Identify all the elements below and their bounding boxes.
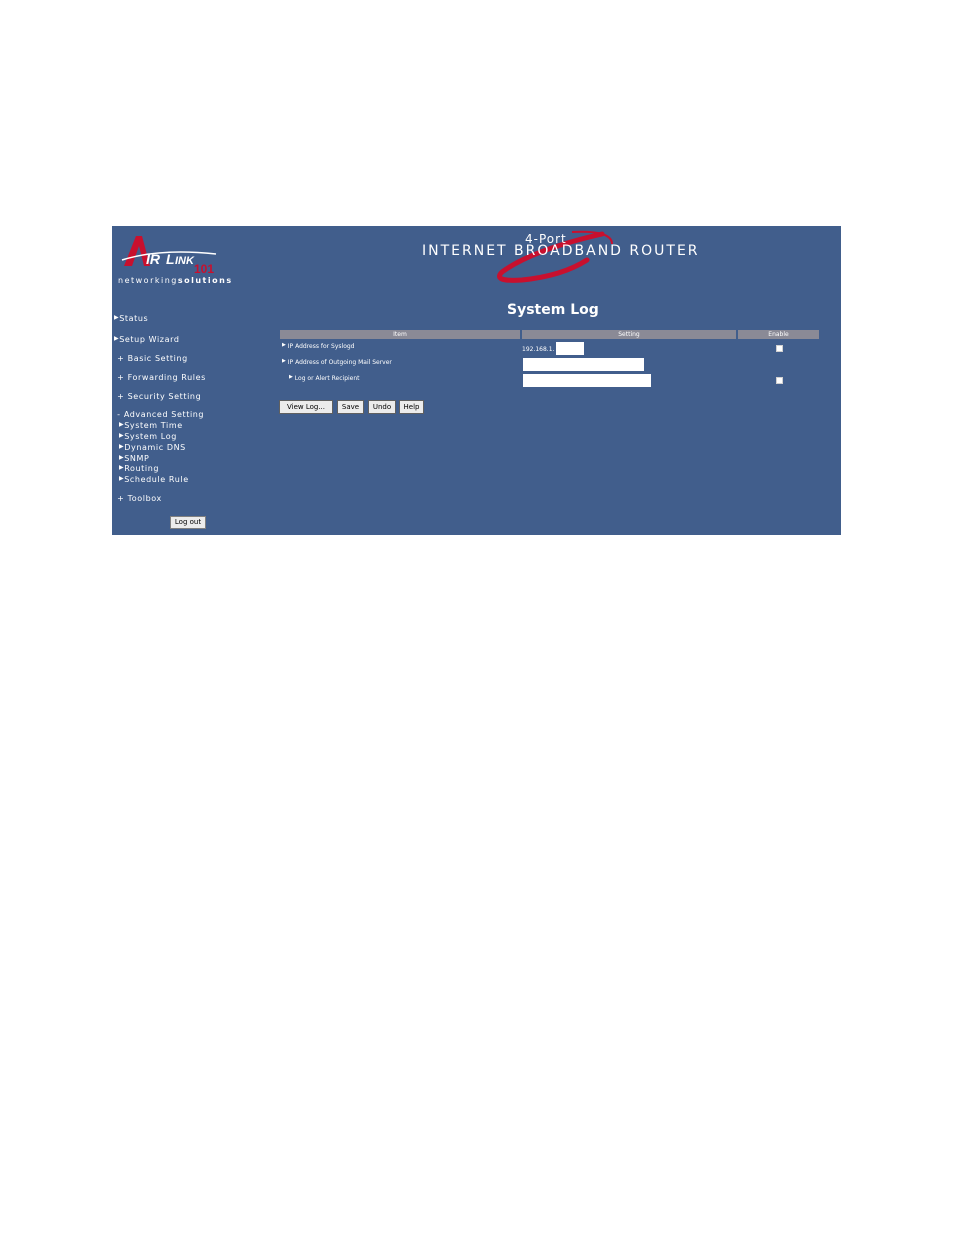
svg-text:IR: IR — [146, 251, 161, 267]
logout-button[interactable]: Log out — [170, 516, 206, 529]
svg-text:L: L — [166, 251, 175, 267]
page-title: System Log — [507, 302, 599, 318]
mail-server-ip-label: ▶ IP Address of Outgoing Mail Server — [282, 358, 392, 366]
router-admin-page: IR L INK 101 networkingsolutions 4-Port … — [112, 226, 841, 535]
triangle-bullet-icon: ▶ — [119, 421, 125, 428]
undo-button[interactable]: Undo — [368, 400, 396, 414]
alert-recipient-field[interactable] — [523, 374, 651, 387]
sidebar-subitem-system-log[interactable]: ▶System Log — [119, 432, 177, 441]
column-header-setting: Setting — [522, 330, 736, 339]
triangle-bullet-icon: ▶ — [289, 374, 293, 380]
sidebar-item-status[interactable]: ▶Status — [114, 314, 148, 323]
sidebar-item-advanced-setting[interactable]: - Advanced Setting — [114, 410, 204, 419]
sidebar-item-toolbox[interactable]: + Toolbox — [114, 494, 162, 503]
sidebar-item-basic-setting[interactable]: + Basic Setting — [114, 354, 188, 363]
syslogd-ip-field[interactable] — [556, 342, 584, 355]
sidebar-item-setup-wizard[interactable]: ▶Setup Wizard — [114, 335, 180, 344]
brand-tagline: networkingsolutions — [118, 276, 233, 285]
triangle-bullet-icon: ▶ — [282, 358, 286, 364]
sidebar-subitem-snmp[interactable]: ▶SNMP — [119, 454, 149, 463]
sidebar-item-security-setting[interactable]: + Security Setting — [114, 392, 201, 401]
syslogd-ip-label: ▶ IP Address for Syslogd — [282, 342, 355, 350]
mail-server-ip-field[interactable] — [523, 358, 644, 371]
sidebar-subitem-routing[interactable]: ▶Routing — [119, 464, 159, 473]
header-title: INTERNET BROADBAND ROUTER — [422, 243, 700, 259]
sidebar-subitem-schedule-rule[interactable]: ▶Schedule Rule — [119, 475, 189, 484]
triangle-bullet-icon: ▶ — [282, 342, 286, 348]
sidebar-subitem-system-time[interactable]: ▶System Time — [119, 421, 183, 430]
column-header-item: Item — [280, 330, 520, 339]
alert-recipient-label: ▶ Log or Alert Recipient — [289, 374, 360, 382]
syslogd-ip-prefix: 192.168.1. — [522, 346, 555, 353]
triangle-bullet-icon: ▶ — [119, 464, 125, 471]
triangle-bullet-icon: ▶ — [119, 475, 125, 482]
column-header-enable: Enable — [738, 330, 819, 339]
svg-text:INK: INK — [175, 255, 195, 267]
svg-text:101: 101 — [194, 262, 214, 276]
sidebar-subitem-dynamic-dns[interactable]: ▶Dynamic DNS — [119, 443, 186, 452]
view-log-button[interactable]: View Log... — [279, 400, 333, 414]
triangle-bullet-icon: ▶ — [119, 432, 125, 439]
alert-enable-checkbox[interactable] — [776, 377, 783, 384]
sidebar-item-forwarding-rules[interactable]: + Forwarding Rules — [114, 373, 206, 382]
triangle-bullet-icon: ▶ — [119, 443, 125, 450]
save-button[interactable]: Save — [337, 400, 364, 414]
triangle-bullet-icon: ▶ — [114, 335, 120, 342]
triangle-bullet-icon: ▶ — [114, 314, 120, 321]
triangle-bullet-icon: ▶ — [119, 454, 125, 461]
help-button[interactable]: Help — [399, 400, 424, 414]
syslogd-enable-checkbox[interactable] — [776, 345, 783, 352]
